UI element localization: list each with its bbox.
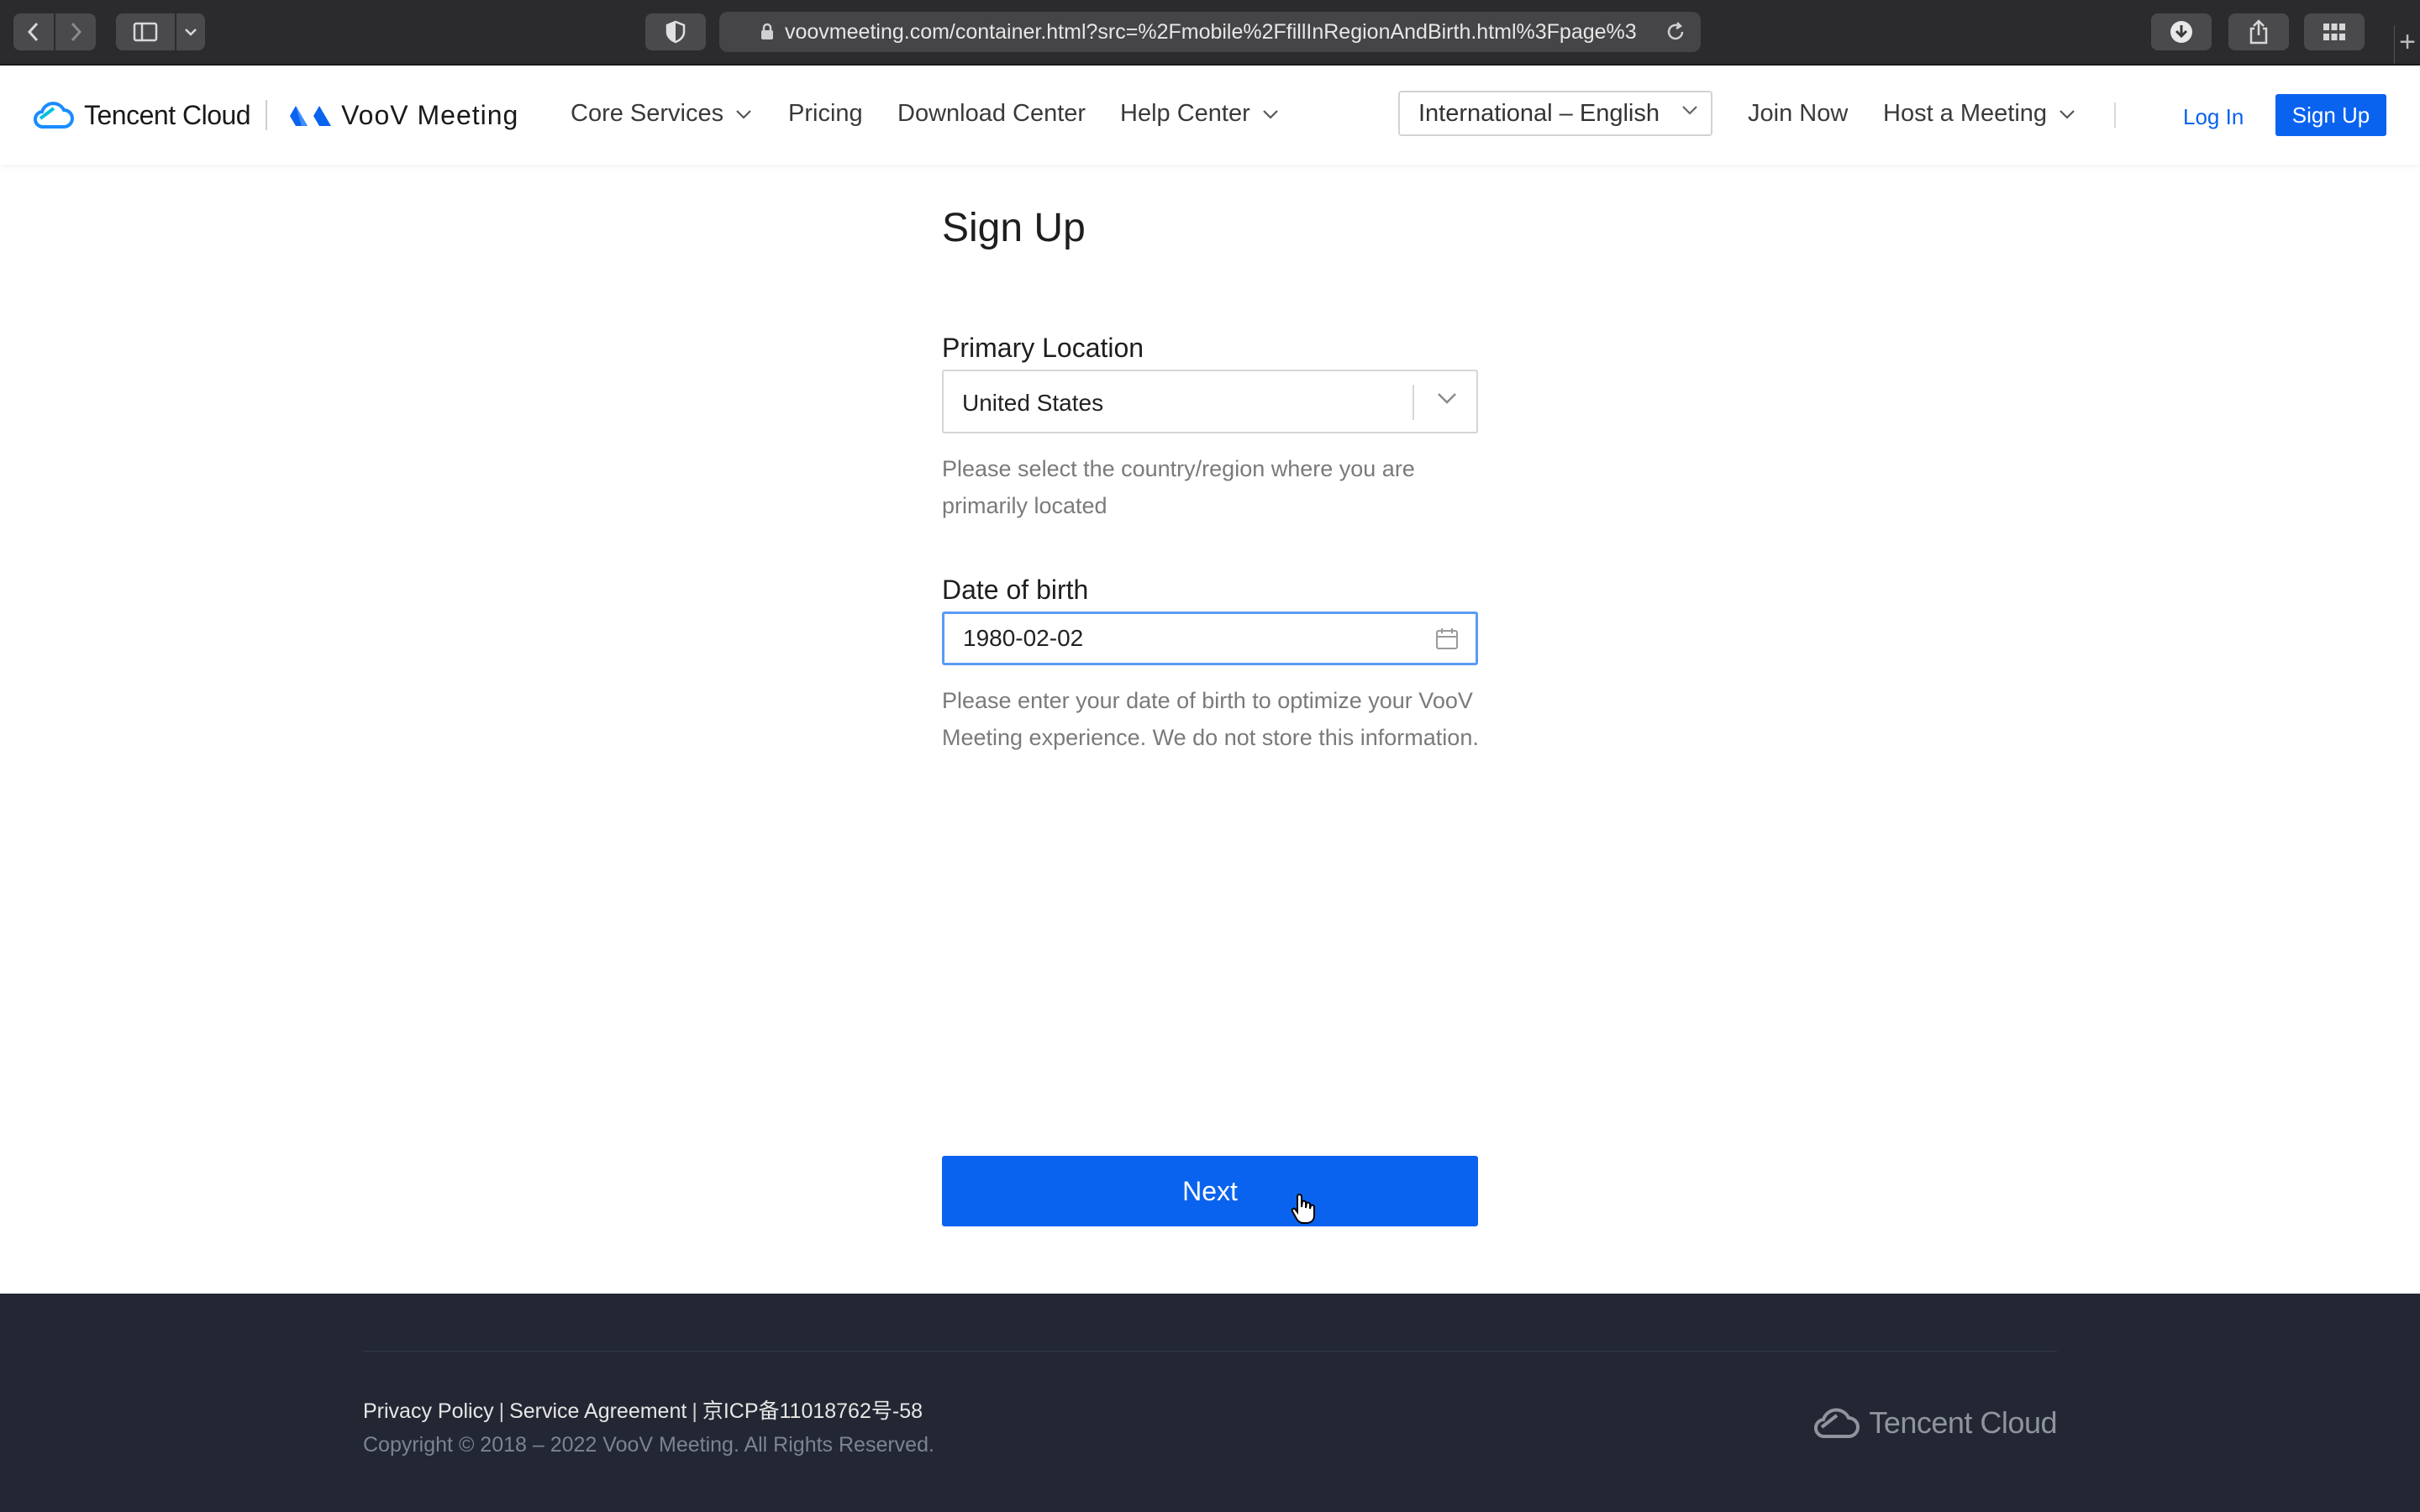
host-meeting-menu[interactable]: Host a Meeting bbox=[1883, 100, 2075, 128]
nav-core-services-label: Core Services bbox=[571, 100, 724, 127]
voov-logo-icon bbox=[284, 106, 332, 126]
share-icon bbox=[2249, 19, 2268, 45]
back-button[interactable] bbox=[13, 13, 54, 50]
footer-link-separator: | bbox=[498, 1399, 505, 1423]
sidebar-icon bbox=[133, 22, 158, 42]
privacy-shield-button[interactable] bbox=[645, 13, 706, 50]
nav-core-services[interactable]: Core Services bbox=[571, 100, 752, 128]
privacy-policy-link[interactable]: Privacy Policy bbox=[363, 1399, 494, 1423]
footer-links: Privacy Policy | Service Agreement | 京ICP备11… bbox=[363, 1394, 923, 1425]
footer-copyright: Copyright © 2018 – 2022 VooV Meeting. Al… bbox=[363, 1433, 934, 1457]
sign-up-button[interactable]: Sign Up bbox=[2275, 94, 2386, 136]
new-tab-plus-icon[interactable]: + bbox=[2394, 25, 2420, 64]
sidebar-toggle-button[interactable] bbox=[116, 13, 175, 50]
chevron-down-icon bbox=[736, 109, 751, 119]
brand-logo[interactable]: Tencent Cloud VooV Meeting bbox=[32, 96, 518, 134]
header-divider bbox=[2114, 102, 2116, 128]
primary-location-value: United States bbox=[962, 390, 1104, 416]
primary-location-label: Primary Location bbox=[942, 333, 1144, 363]
url-text: voovmeeting.com/container.html?src=%2Fmo… bbox=[785, 19, 1637, 44]
brand-tencent-text: Tencent Cloud bbox=[84, 99, 251, 130]
tencent-cloud-logo-icon bbox=[1814, 1408, 1860, 1439]
footer-divider bbox=[363, 1351, 2057, 1352]
tab-group-menu-button[interactable] bbox=[176, 13, 205, 50]
language-select-value: International – English bbox=[1418, 99, 1660, 127]
chevron-down-icon bbox=[1682, 106, 1697, 115]
calendar-icon[interactable] bbox=[1435, 627, 1459, 651]
nav-help-center-label: Help Center bbox=[1120, 100, 1250, 127]
site-footer: Privacy Policy | Service Agreement | 京ICP备11… bbox=[0, 1294, 2420, 1512]
chevron-right-icon bbox=[71, 22, 82, 42]
download-icon bbox=[2170, 21, 2192, 43]
primary-location-hint: Please select the country/region where y… bbox=[942, 456, 1415, 518]
forward-button[interactable] bbox=[55, 13, 96, 50]
host-meeting-label: Host a Meeting bbox=[1883, 100, 2048, 127]
date-of-birth-field[interactable] bbox=[942, 612, 1478, 665]
reload-icon[interactable] bbox=[1664, 20, 1687, 44]
chevron-down-icon bbox=[185, 29, 197, 36]
language-select[interactable]: International – English bbox=[1398, 91, 1712, 136]
chevron-down-icon bbox=[1262, 109, 1278, 119]
footer-brand-text: Tencent Cloud bbox=[1869, 1405, 2057, 1440]
next-button[interactable]: Next bbox=[942, 1156, 1478, 1226]
date-of-birth-hint: Please enter your date of birth to optim… bbox=[942, 688, 1479, 750]
brand-divider bbox=[266, 100, 268, 130]
tab-overview-button[interactable] bbox=[2304, 13, 2365, 50]
address-bar[interactable]: voovmeeting.com/container.html?src=%2Fmo… bbox=[719, 12, 1701, 52]
nav-download-center-label: Download Center bbox=[897, 100, 1086, 127]
lock-icon bbox=[761, 23, 773, 39]
nav-download-center[interactable]: Download Center bbox=[897, 100, 1086, 128]
date-of-birth-input[interactable] bbox=[963, 622, 1400, 654]
footer-link-separator: | bbox=[692, 1399, 697, 1423]
nav-pricing-label: Pricing bbox=[788, 100, 863, 127]
browser-toolbar: voovmeeting.com/container.html?src=%2Fmo… bbox=[0, 0, 2420, 66]
share-button[interactable] bbox=[2228, 13, 2289, 50]
site-header: Tencent Cloud VooV Meeting Core Services… bbox=[0, 66, 2420, 165]
service-agreement-link[interactable]: Service Agreement bbox=[509, 1399, 687, 1423]
join-now-label: Join Now bbox=[1748, 100, 1849, 127]
tencent-cloud-logo-icon bbox=[34, 102, 74, 129]
page-title: Sign Up bbox=[942, 206, 1086, 250]
icp-license-link[interactable]: 京ICP备11018762号-58 bbox=[702, 1399, 923, 1423]
pointer-hand-cursor-icon bbox=[1291, 1193, 1315, 1224]
grid-icon bbox=[2323, 24, 2345, 40]
brand-voov-text: VooV Meeting bbox=[341, 99, 519, 130]
chevron-down-icon bbox=[2060, 109, 2075, 119]
log-in-link[interactable]: Log In bbox=[2183, 104, 2244, 130]
select-divider bbox=[1413, 385, 1414, 420]
nav-help-center[interactable]: Help Center bbox=[1120, 100, 1279, 128]
chevron-down-icon bbox=[1438, 393, 1456, 404]
chevron-left-icon bbox=[27, 22, 39, 42]
shield-icon bbox=[666, 20, 686, 44]
downloads-button[interactable] bbox=[2151, 13, 2212, 50]
join-now-link[interactable]: Join Now bbox=[1748, 100, 1848, 128]
nav-pricing[interactable]: Pricing bbox=[788, 100, 863, 128]
footer-brand-logo: Tencent Cloud bbox=[1812, 1404, 2057, 1441]
date-of-birth-label: Date of birth bbox=[942, 575, 1089, 605]
primary-location-select[interactable]: United States bbox=[942, 370, 1478, 433]
